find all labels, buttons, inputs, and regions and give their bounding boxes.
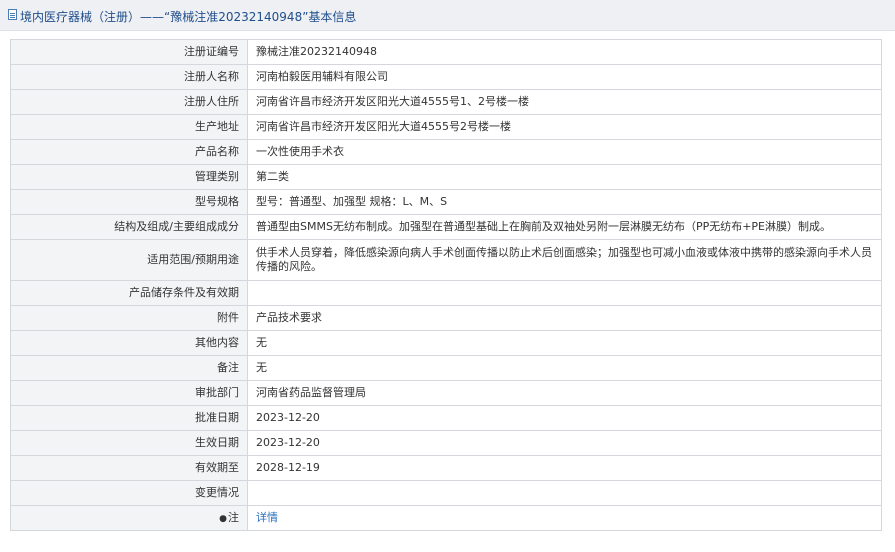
table-row: 结构及组成/主要组成成分 普通型由SMMS无纺布制成。加强型在普通型基础上在胸前…: [10, 214, 882, 240]
field-value: 河南省许昌市经济开发区阳光大道4555号1、2号楼一楼: [247, 89, 882, 115]
field-label: 生产地址: [10, 114, 248, 140]
field-label: 生效日期: [10, 430, 248, 456]
field-value: 产品技术要求: [247, 305, 882, 331]
field-label: 适用范围/预期用途: [10, 239, 248, 281]
field-label: 产品名称: [10, 139, 248, 165]
field-value: 河南省许昌市经济开发区阳光大道4555号2号楼一楼: [247, 114, 882, 140]
field-value: 一次性使用手术衣: [247, 139, 882, 165]
field-value: [247, 280, 882, 306]
table-row: 有效期至 2028-12-19: [10, 455, 882, 481]
details-link[interactable]: 详情: [256, 511, 278, 524]
table-row: 附件 产品技术要求: [10, 305, 882, 331]
table-row: 适用范围/预期用途 供手术人员穿着，降低感染源向病人手术创面传播以防止术后创面感…: [10, 239, 882, 281]
field-label: 注册人住所: [10, 89, 248, 115]
note-label: 注: [228, 510, 239, 524]
table-row: 备注 无: [10, 355, 882, 381]
table-row: 注册人住所 河南省许昌市经济开发区阳光大道4555号1、2号楼一楼: [10, 89, 882, 115]
bullet-icon: ●: [219, 513, 227, 524]
field-label: 有效期至: [10, 455, 248, 481]
field-value: 豫械注准20232140948: [247, 39, 882, 65]
table-row: 注册人名称 河南柏毅医用辅料有限公司: [10, 64, 882, 90]
field-label: 其他内容: [10, 330, 248, 356]
table-row: 生产地址 河南省许昌市经济开发区阳光大道4555号2号楼一楼: [10, 114, 882, 140]
page-title: 境内医疗器械（注册）——“豫械注准20232140948”基本信息: [20, 10, 357, 24]
field-label: 结构及组成/主要组成成分: [10, 214, 248, 240]
field-label: 注册人名称: [10, 64, 248, 90]
field-label: 产品储存条件及有效期: [10, 280, 248, 306]
note-value-cell: 详情: [247, 505, 882, 531]
page-header: 境内医疗器械（注册）——“豫械注准20232140948”基本信息: [0, 0, 895, 31]
field-value: 第二类: [247, 164, 882, 190]
table-row: 管理类别 第二类: [10, 164, 882, 190]
field-value: [247, 480, 882, 506]
field-value: 供手术人员穿着，降低感染源向病人手术创面传播以防止术后创面感染；加强型也可减小血…: [247, 239, 882, 281]
table-row: 注册证编号 豫械注准20232140948: [10, 39, 882, 65]
field-label: 变更情况: [10, 480, 248, 506]
table-row: 型号规格 型号：普通型、加强型 规格：L、M、S: [10, 189, 882, 215]
table-row: 生效日期 2023-12-20: [10, 430, 882, 456]
note-row: ●注 详情: [10, 505, 882, 531]
field-value: 2023-12-20: [247, 405, 882, 431]
table-row: 产品名称 一次性使用手术衣: [10, 139, 882, 165]
field-value: 型号：普通型、加强型 规格：L、M、S: [247, 189, 882, 215]
field-value: 2028-12-19: [247, 455, 882, 481]
field-value: 河南柏毅医用辅料有限公司: [247, 64, 882, 90]
field-label: 注册证编号: [10, 39, 248, 65]
field-label: 备注: [10, 355, 248, 381]
document-icon: [8, 9, 17, 20]
table-row: 其他内容 无: [10, 330, 882, 356]
note-label-cell: ●注: [10, 505, 248, 531]
field-value: 无: [247, 355, 882, 381]
field-label: 管理类别: [10, 164, 248, 190]
table-row: 批准日期 2023-12-20: [10, 405, 882, 431]
field-label: 附件: [10, 305, 248, 331]
field-label: 批准日期: [10, 405, 248, 431]
table-row: 变更情况: [10, 480, 882, 506]
field-value: 无: [247, 330, 882, 356]
field-value: 2023-12-20: [247, 430, 882, 456]
table-row: 产品储存条件及有效期: [10, 280, 882, 306]
field-value: 河南省药品监督管理局: [247, 380, 882, 406]
detail-table: 注册证编号 豫械注准20232140948 注册人名称 河南柏毅医用辅料有限公司…: [10, 39, 882, 531]
field-value: 普通型由SMMS无纺布制成。加强型在普通型基础上在胸前及双袖处另附一层淋膜无纺布…: [247, 214, 882, 240]
field-label: 型号规格: [10, 189, 248, 215]
table-row: 审批部门 河南省药品监督管理局: [10, 380, 882, 406]
field-label: 审批部门: [10, 380, 248, 406]
